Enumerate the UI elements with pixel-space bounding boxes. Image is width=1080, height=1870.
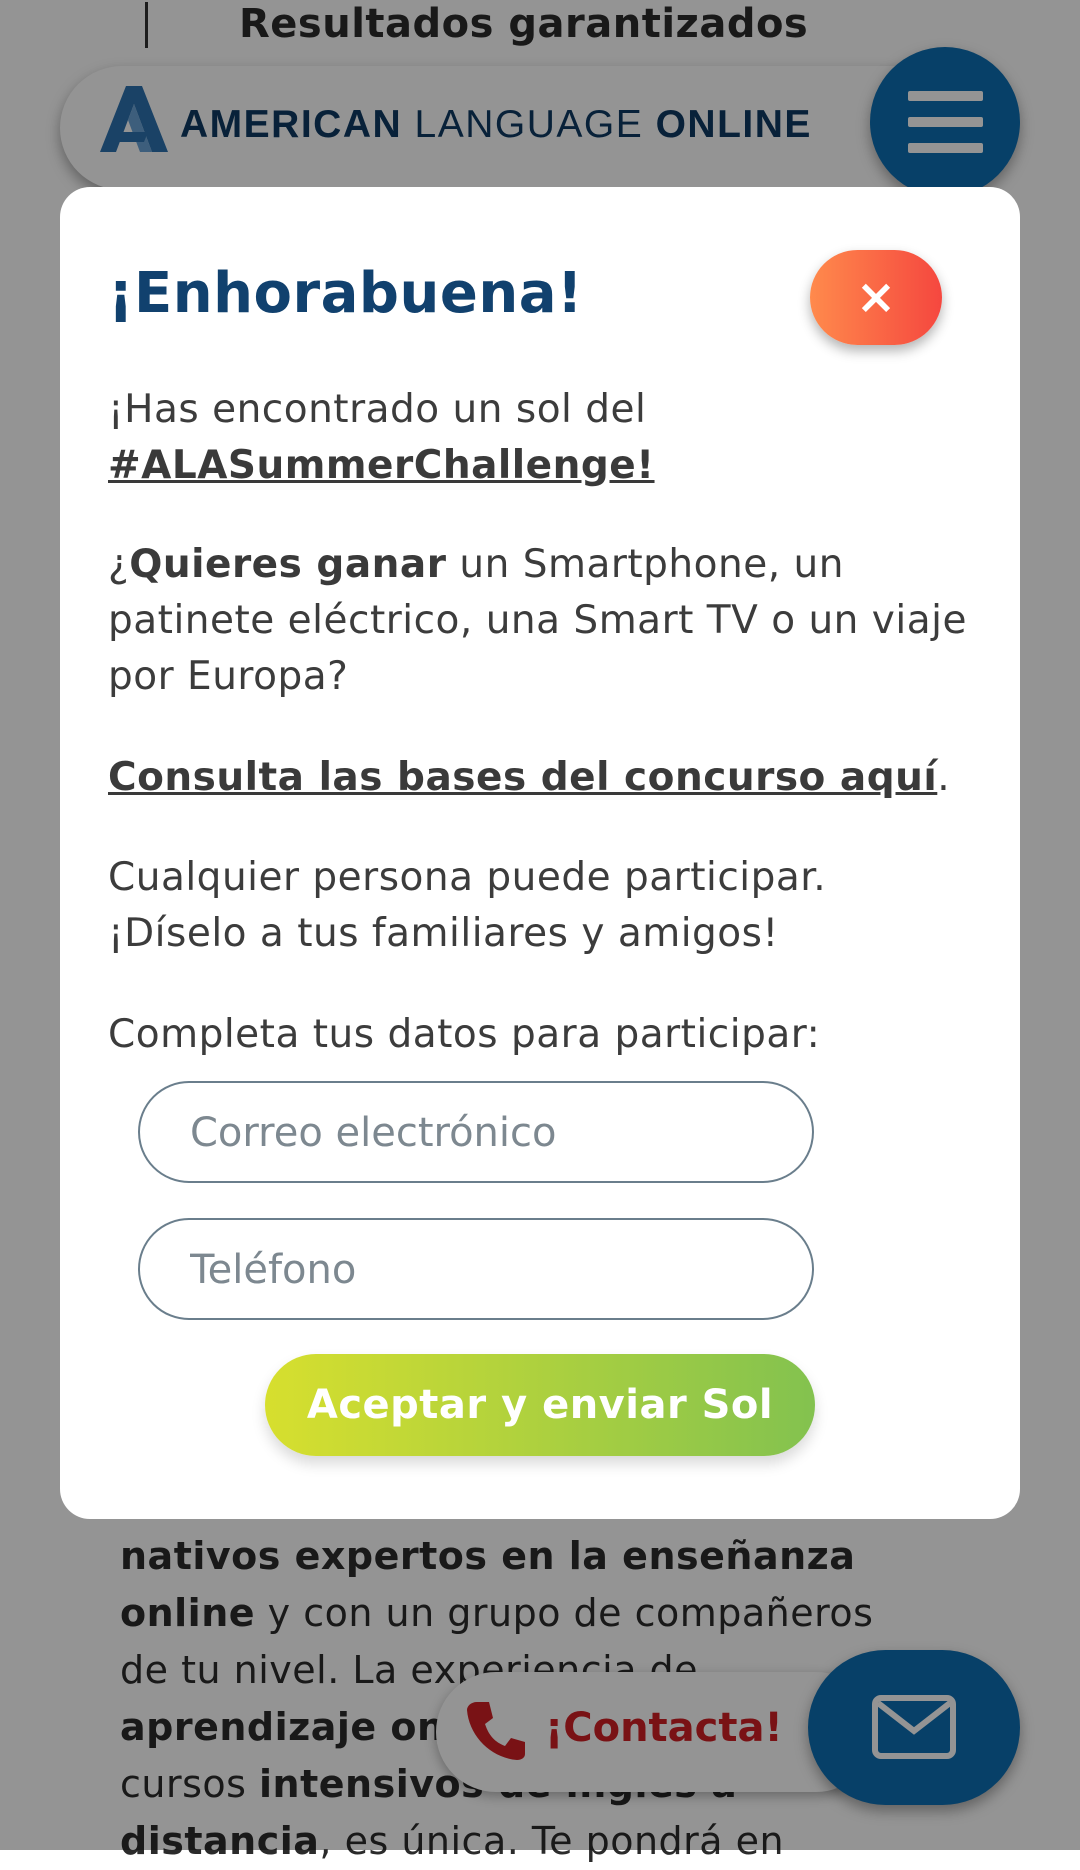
contest-rules-link[interactable]: Consulta las bases del concurso aquí	[108, 755, 937, 800]
text-bold: Quieres ganar	[129, 542, 447, 587]
close-icon: ×	[855, 269, 897, 325]
found-sun-text: ¡Has encontrado un sol del #ALASummerCha…	[108, 382, 968, 494]
phone-field[interactable]	[138, 1218, 814, 1320]
close-button[interactable]: ×	[810, 250, 942, 345]
text: ¡Díselo a tus familiares y amigos!	[108, 911, 779, 956]
submit-button[interactable]: Aceptar y enviar Sol	[265, 1354, 815, 1456]
text: Cualquier persona puede participar.	[108, 855, 827, 900]
prize-question: ¿Quieres ganar un Smartphone, un patinet…	[108, 537, 968, 705]
email-input[interactable]	[188, 1101, 772, 1165]
text: .	[937, 755, 951, 800]
text: ¿	[108, 542, 130, 587]
modal-title: ¡Enhorabuena!	[108, 261, 584, 326]
share-text: Cualquier persona puede participar. ¡Dís…	[108, 850, 968, 962]
email-field[interactable]	[138, 1081, 814, 1183]
rules-text: Consulta las bases del concurso aquí.	[108, 750, 968, 806]
hashtag-link[interactable]: #ALASummerChallenge!	[108, 443, 655, 488]
form-instructions: Completa tus datos para participar:	[108, 1012, 821, 1057]
text: ¡Has encontrado un sol del	[108, 387, 647, 432]
phone-input[interactable]	[188, 1238, 772, 1302]
